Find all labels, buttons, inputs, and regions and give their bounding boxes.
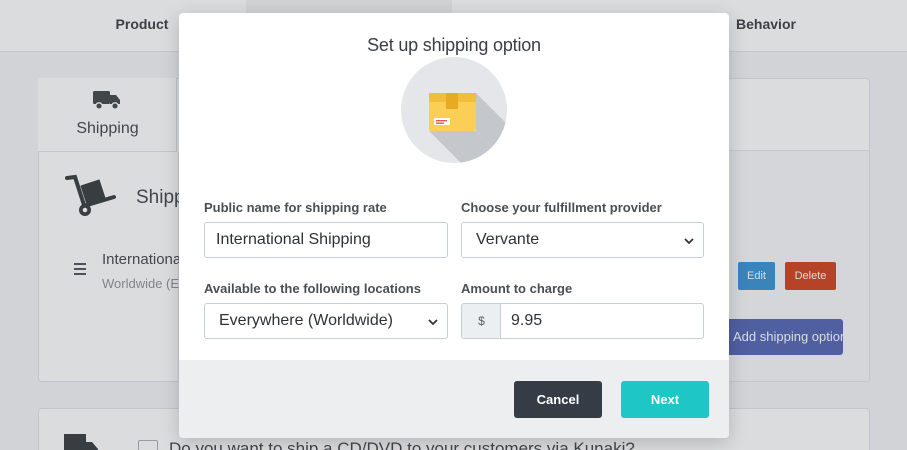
- chevron-down-icon: [428, 319, 438, 326]
- chevron-down-icon: [684, 238, 694, 245]
- public-name-label: Public name for shipping rate: [204, 200, 387, 215]
- package-box-icon: [401, 57, 507, 163]
- amount-label: Amount to charge: [461, 281, 573, 296]
- locations-selected-value: Everywhere (Worldwide): [219, 312, 393, 329]
- cancel-button[interactable]: Cancel: [514, 381, 602, 418]
- locations-select[interactable]: Everywhere (Worldwide): [204, 303, 448, 339]
- next-button[interactable]: Next: [621, 381, 709, 418]
- locations-label: Available to the following locations: [204, 281, 421, 296]
- currency-addon: $: [461, 303, 501, 339]
- provider-selected-value: Vervante: [476, 231, 540, 248]
- modal-footer: Cancel Next: [179, 360, 729, 438]
- shipping-option-modal: Set up shipping option Public name for s…: [179, 13, 729, 438]
- public-name-input[interactable]: International Shipping: [204, 222, 448, 258]
- provider-select[interactable]: Vervante: [461, 222, 704, 258]
- modal-title: Set up shipping option: [367, 35, 541, 55]
- provider-label: Choose your fulfillment provider: [461, 200, 662, 215]
- amount-input[interactable]: 9.95: [500, 303, 704, 339]
